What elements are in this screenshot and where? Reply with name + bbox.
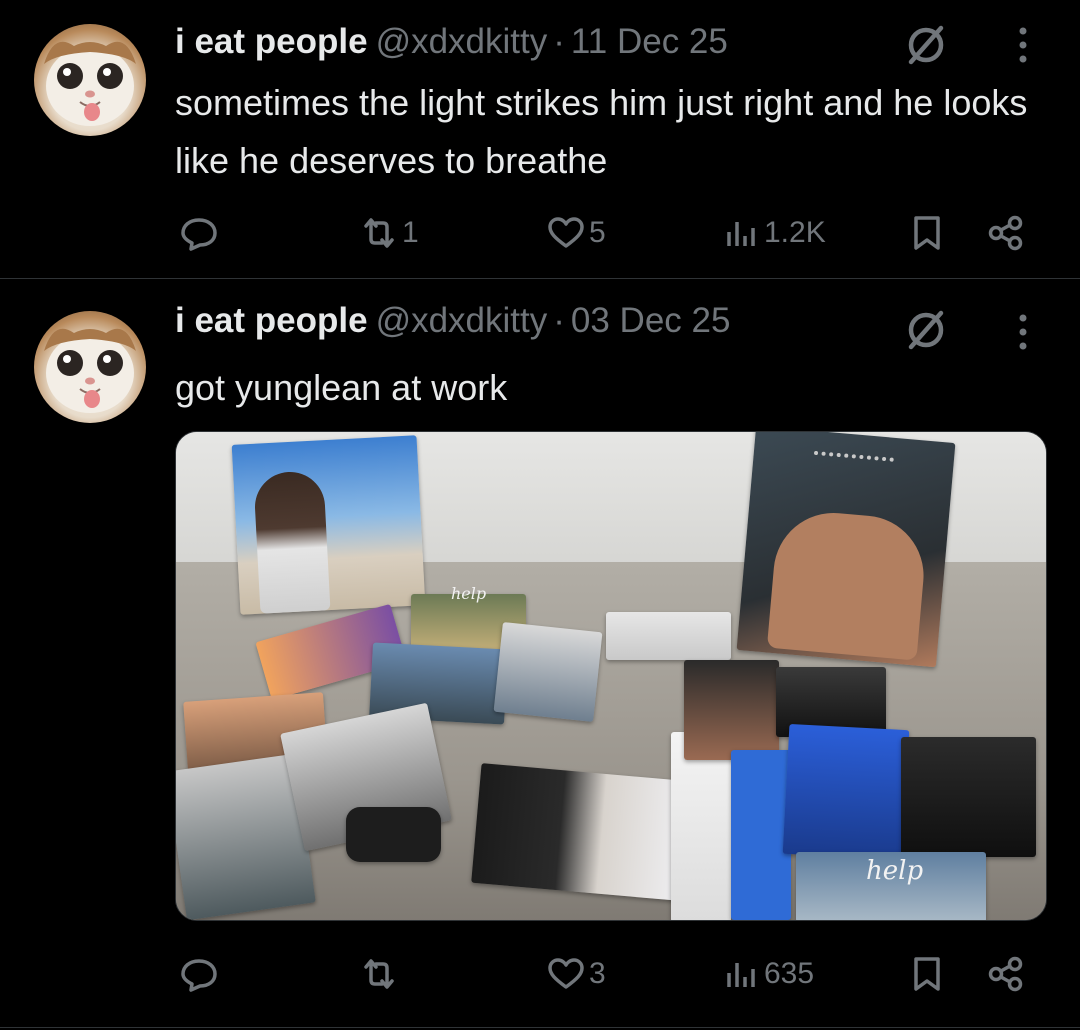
share-icon xyxy=(988,215,1023,251)
retweet-count: 1 xyxy=(402,216,419,249)
heart-icon xyxy=(548,958,584,989)
photo-strip xyxy=(606,612,731,660)
tweet-date[interactable]: 11 Dec 25 xyxy=(571,22,728,61)
photo-label: help xyxy=(451,584,487,603)
more-vertical-icon[interactable] xyxy=(1010,22,1036,68)
more-vertical-icon[interactable] xyxy=(1010,309,1036,355)
reply-button[interactable] xyxy=(178,208,222,258)
photo-blue-stage xyxy=(782,723,910,861)
user-handle[interactable]: @xdxdkitty xyxy=(376,22,548,61)
separator-dot: · xyxy=(553,301,565,340)
tweet-2[interactable]: i eat people @xdxdkitty · 03 Dec 25 got yun… xyxy=(0,279,1080,1028)
user-handle[interactable]: @xdxdkitty xyxy=(376,301,548,340)
views-button[interactable]: 1.2K xyxy=(720,208,826,258)
views-bars-icon xyxy=(727,222,755,246)
share-button[interactable] xyxy=(985,208,1027,258)
photo-crown xyxy=(736,432,956,668)
desk-object xyxy=(346,807,441,862)
like-button[interactable]: 3 xyxy=(545,949,606,999)
reply-button[interactable] xyxy=(178,949,222,999)
photo-crown-detail xyxy=(810,450,894,502)
photo-cat xyxy=(471,763,691,901)
bookmark-button[interactable] xyxy=(906,208,948,258)
muted-circle-slash-icon[interactable] xyxy=(903,307,949,353)
tweet-text: got yunglean at work xyxy=(175,367,508,408)
cat-avatar-icon xyxy=(44,41,136,126)
bookmark-icon xyxy=(914,957,940,991)
share-icon xyxy=(988,956,1023,992)
views-count: 1.2K xyxy=(764,216,826,249)
tweet-actions: 3 635 xyxy=(0,949,1080,999)
bookmark-button[interactable] xyxy=(906,949,948,999)
photo-figure xyxy=(253,470,331,614)
retweet-icon xyxy=(364,218,394,248)
share-button[interactable] xyxy=(985,949,1027,999)
photo-beach xyxy=(231,435,426,615)
photo-help: help xyxy=(796,852,986,920)
bookmark-icon xyxy=(914,216,940,250)
retweet-button[interactable]: 1 xyxy=(358,208,419,258)
cat-avatar-icon xyxy=(44,328,136,413)
photo-smoking xyxy=(901,737,1036,857)
views-count: 635 xyxy=(764,957,815,990)
avatar[interactable] xyxy=(34,24,146,136)
like-count: 3 xyxy=(589,957,606,990)
like-button[interactable]: 5 xyxy=(545,208,606,258)
photo-label: help xyxy=(866,856,924,886)
tweet-actions: 1 5 1.2K xyxy=(0,208,1080,258)
tweet-header: i eat people @xdxdkitty · 11 Dec 25 xyxy=(175,20,728,64)
white-folder xyxy=(671,732,731,920)
like-count: 5 xyxy=(589,216,606,249)
tweet-header: i eat people @xdxdkitty · 03 Dec 25 xyxy=(175,299,730,343)
muted-circle-slash-icon[interactable] xyxy=(903,22,949,68)
display-name[interactable]: i eat people xyxy=(175,301,368,340)
photo-shirtless xyxy=(684,660,779,760)
display-name[interactable]: i eat people xyxy=(175,22,368,61)
tweet-1[interactable]: i eat people @xdxdkitty · 11 Dec 25 sometim… xyxy=(0,0,1080,279)
reply-bubble-icon xyxy=(181,218,217,251)
photo-figure xyxy=(766,508,929,661)
photo-small-2 xyxy=(493,622,603,722)
retweet-icon xyxy=(364,959,394,989)
views-bars-icon xyxy=(727,963,755,987)
tweet-date[interactable]: 03 Dec 25 xyxy=(571,301,731,340)
blue-folder xyxy=(731,750,791,920)
tweet-media-image[interactable]: help help xyxy=(175,431,1047,921)
separator-dot: · xyxy=(553,22,565,61)
avatar[interactable] xyxy=(34,311,146,423)
heart-icon xyxy=(548,217,584,248)
reply-bubble-icon xyxy=(181,959,217,992)
views-button[interactable]: 635 xyxy=(720,949,814,999)
tweet-text: sometimes the light strikes him just rig… xyxy=(175,82,1028,181)
retweet-button[interactable] xyxy=(358,949,402,999)
